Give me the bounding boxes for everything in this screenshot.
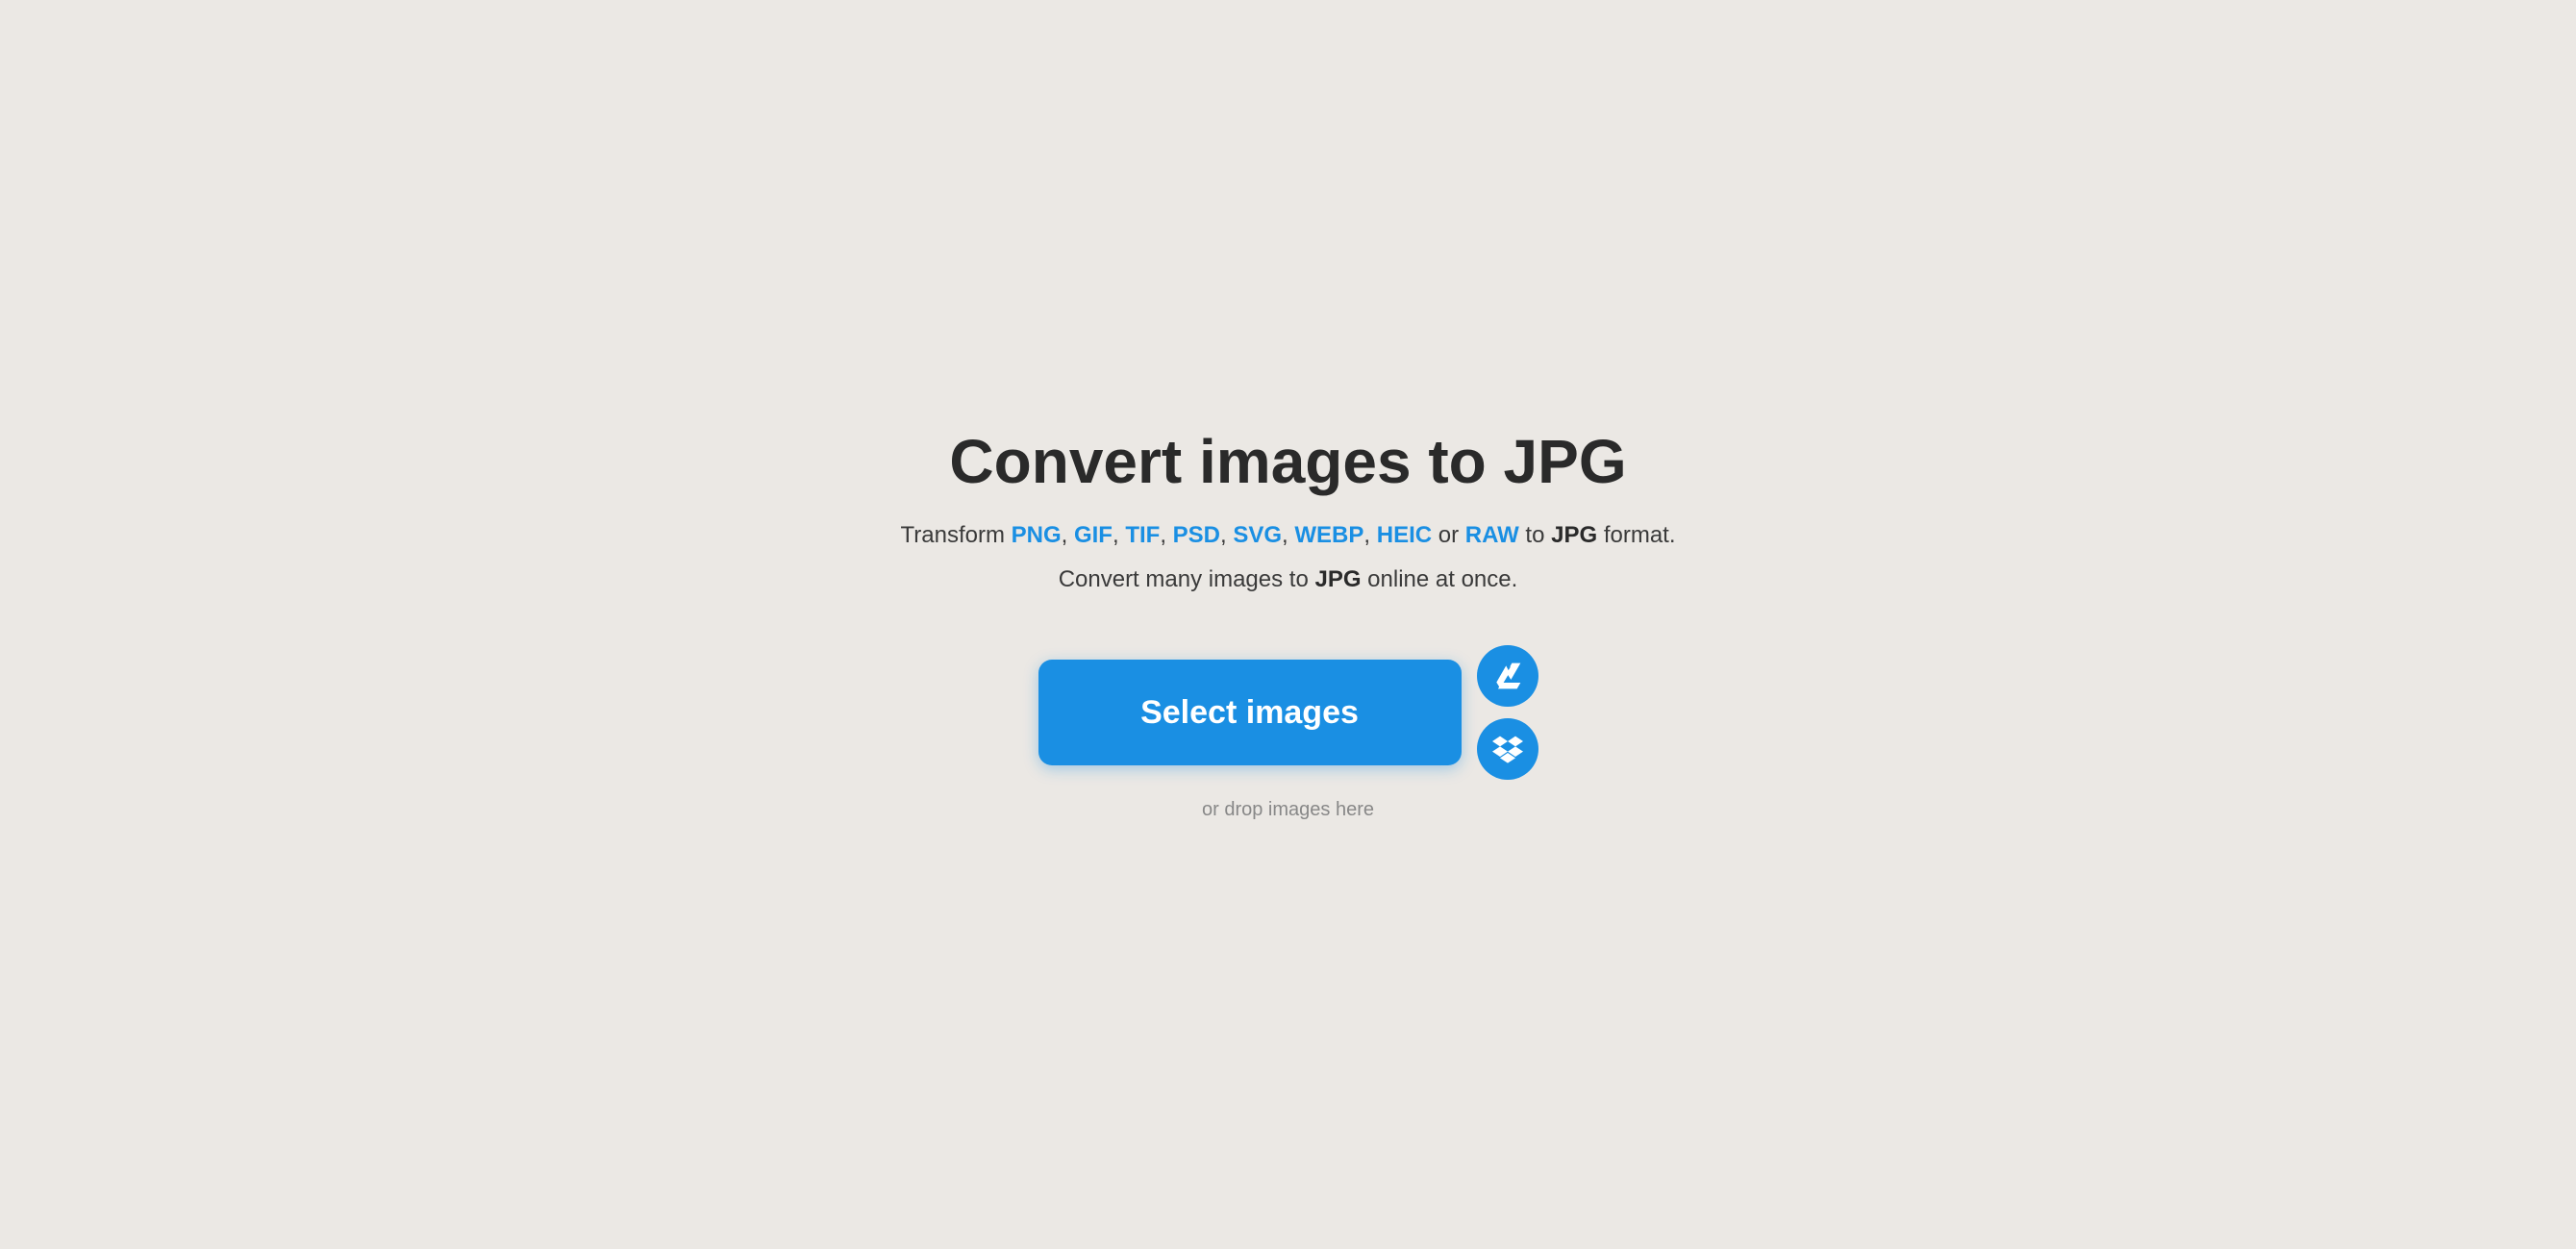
google-drive-icon (1492, 661, 1523, 691)
subtitle-line2: Convert many images to JPG online at onc… (1059, 562, 1518, 597)
format-psd: PSD (1173, 522, 1220, 548)
format-svg: SVG (1233, 522, 1282, 548)
google-drive-button[interactable] (1477, 645, 1538, 707)
subtitle2-bold: JPG (1314, 566, 1361, 592)
format-webp: WEBP (1294, 522, 1363, 548)
drop-text: or drop images here (1202, 799, 1374, 821)
cloud-buttons (1477, 645, 1538, 780)
dropbox-button[interactable] (1477, 718, 1538, 780)
subtitle-line1: Transform PNG, GIF, TIF, PSD, SVG, WEBP,… (900, 518, 1675, 553)
format-png: PNG (1012, 522, 1062, 548)
dropbox-icon (1492, 734, 1523, 764)
format-raw: RAW (1465, 522, 1519, 548)
format-gif: GIF (1074, 522, 1113, 548)
upload-area: Select images (1038, 645, 1538, 780)
format-jpg: JPG (1551, 522, 1597, 548)
format-heic: HEIC (1377, 522, 1432, 548)
format-tif: TIF (1125, 522, 1160, 548)
page-title: Convert images to JPG (949, 428, 1626, 495)
select-images-button[interactable]: Select images (1038, 660, 1462, 765)
main-container: Convert images to JPG Transform PNG, GIF… (856, 389, 1721, 860)
